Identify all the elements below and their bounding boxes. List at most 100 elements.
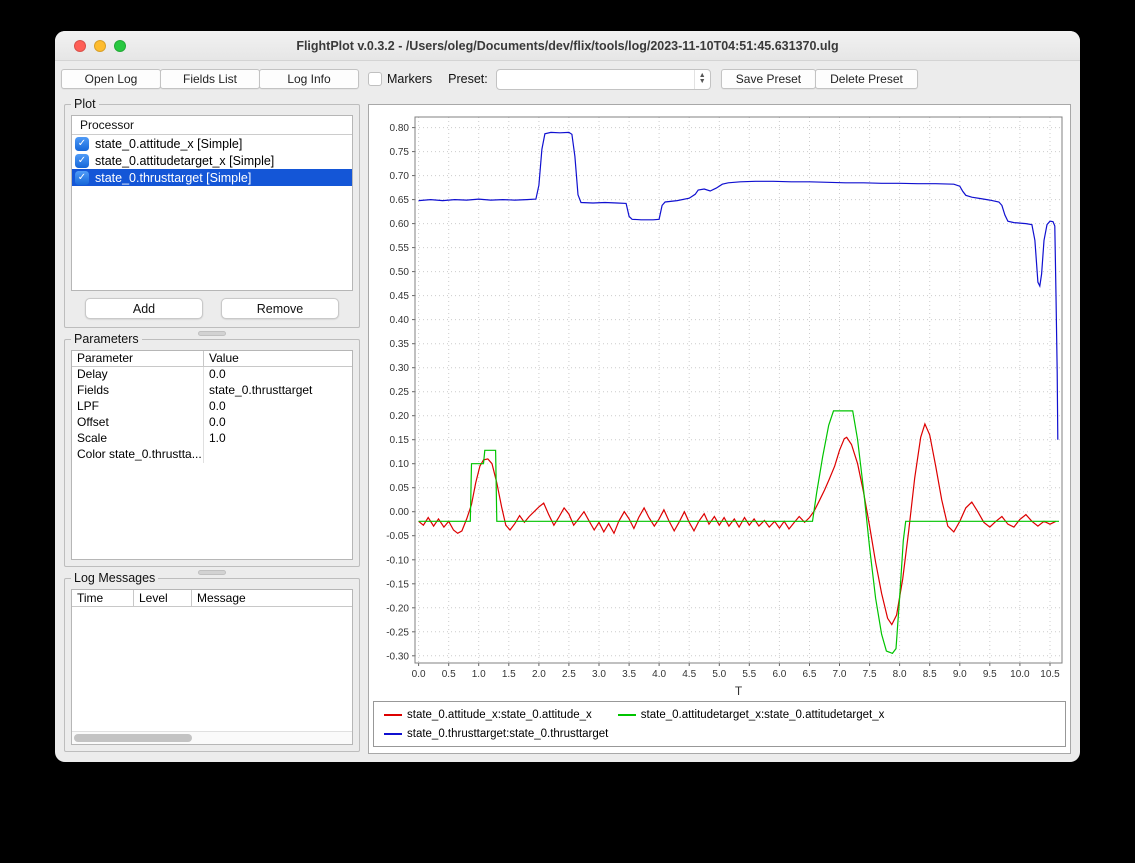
param-value[interactable]: 1.0 xyxy=(204,431,352,447)
splitter-handle[interactable] xyxy=(198,570,226,575)
svg-text:6.0: 6.0 xyxy=(772,669,786,680)
log-messages-table[interactable]: Time Level Message xyxy=(71,589,353,745)
svg-text:0.25: 0.25 xyxy=(390,387,410,398)
horizontal-scrollbar[interactable] xyxy=(72,731,352,744)
checkbox-checked-icon[interactable] xyxy=(75,137,89,151)
save-preset-button[interactable]: Save Preset xyxy=(721,69,816,89)
remove-button[interactable]: Remove xyxy=(221,298,339,319)
svg-text:0.35: 0.35 xyxy=(390,339,410,350)
log-messages-header[interactable]: Time Level Message xyxy=(72,590,352,607)
processor-list[interactable]: Processor state_0.attitude_x [Simple] st… xyxy=(71,115,353,291)
list-item-selected[interactable]: state_0.thrusttarget [Simple] xyxy=(72,169,352,186)
svg-text:0.40: 0.40 xyxy=(390,315,410,326)
svg-text:5.5: 5.5 xyxy=(742,669,756,680)
svg-text:-0.15: -0.15 xyxy=(386,579,409,590)
param-name: LPF xyxy=(72,399,204,415)
log-messages-title: Log Messages xyxy=(71,571,158,585)
left-sidebar: Plot Processor state_0.attitude_x [Simpl… xyxy=(64,97,360,754)
svg-text:10.0: 10.0 xyxy=(1010,669,1030,680)
delete-preset-button[interactable]: Delete Preset xyxy=(815,69,918,89)
toolbar: Open Log Fields List Log Info Markers Pr… xyxy=(55,61,1080,97)
svg-text:0.60: 0.60 xyxy=(390,219,410,230)
markers-checkbox[interactable] xyxy=(368,72,382,86)
table-row[interactable]: Offset 0.0 xyxy=(72,415,352,431)
scrollbar-thumb[interactable] xyxy=(74,734,192,742)
zoom-button-icon[interactable] xyxy=(114,40,126,52)
chart-canvas[interactable]: 0.00.51.01.52.02.53.03.54.04.55.05.56.06… xyxy=(369,105,1071,701)
svg-text:0.45: 0.45 xyxy=(390,291,410,302)
processor-column-header[interactable]: Processor xyxy=(72,116,352,135)
svg-text:0.00: 0.00 xyxy=(390,507,410,518)
svg-text:5.0: 5.0 xyxy=(712,669,726,680)
main-area: Plot Processor state_0.attitude_x [Simpl… xyxy=(55,97,1080,762)
window-controls xyxy=(74,40,126,52)
param-value[interactable] xyxy=(204,447,352,463)
svg-text:3.5: 3.5 xyxy=(622,669,636,680)
svg-text:10.5: 10.5 xyxy=(1040,669,1060,680)
svg-text:0.10: 0.10 xyxy=(390,459,410,470)
table-row[interactable]: Color state_0.thrustta... xyxy=(72,447,352,463)
param-name: Color state_0.thrustta... xyxy=(72,447,204,463)
parameters-table[interactable]: Parameter Value Delay 0.0 Fields state_0… xyxy=(71,350,353,560)
open-log-button[interactable]: Open Log xyxy=(61,69,161,89)
list-item[interactable]: state_0.attitude_x [Simple] xyxy=(72,135,352,152)
table-row[interactable]: Scale 1.0 xyxy=(72,431,352,447)
minimize-button-icon[interactable] xyxy=(94,40,106,52)
legend-line-icon xyxy=(384,733,402,735)
svg-text:0.80: 0.80 xyxy=(390,123,410,134)
log-info-button[interactable]: Log Info xyxy=(259,69,359,89)
column-header-level[interactable]: Level xyxy=(134,590,192,606)
svg-text:-0.10: -0.10 xyxy=(386,555,409,566)
parameters-panel: Parameters Parameter Value Delay 0.0 Fie… xyxy=(64,339,360,567)
add-button[interactable]: Add xyxy=(85,298,203,319)
svg-text:0.30: 0.30 xyxy=(390,363,410,374)
svg-text:6.5: 6.5 xyxy=(803,669,817,680)
svg-text:1.5: 1.5 xyxy=(502,669,516,680)
close-button-icon[interactable] xyxy=(74,40,86,52)
title-bar[interactable]: FlightPlot v.0.3.2 - /Users/oleg/Documen… xyxy=(55,31,1080,61)
legend-line-icon xyxy=(618,714,636,716)
dropdown-stepper-icon: ▲▼ xyxy=(694,70,710,89)
column-header-message[interactable]: Message xyxy=(192,590,352,606)
column-header-value[interactable]: Value xyxy=(204,351,352,366)
param-name: Offset xyxy=(72,415,204,431)
fields-list-button[interactable]: Fields List xyxy=(160,69,260,89)
svg-text:7.0: 7.0 xyxy=(833,669,847,680)
svg-text:0.20: 0.20 xyxy=(390,411,410,422)
legend-label: state_0.attitude_x:state_0.attitude_x xyxy=(407,709,592,721)
table-row[interactable]: Delay 0.0 xyxy=(72,367,352,383)
param-value[interactable]: 0.0 xyxy=(204,399,352,415)
log-messages-panel: Log Messages Time Level Message xyxy=(64,578,360,752)
svg-text:0.15: 0.15 xyxy=(390,435,410,446)
svg-text:-0.25: -0.25 xyxy=(386,627,409,638)
window-title: FlightPlot v.0.3.2 - /Users/oleg/Documen… xyxy=(55,39,1080,53)
svg-text:9.5: 9.5 xyxy=(983,669,997,680)
parameters-panel-title: Parameters xyxy=(71,332,142,346)
app-window: FlightPlot v.0.3.2 - /Users/oleg/Documen… xyxy=(55,31,1080,762)
svg-text:0.55: 0.55 xyxy=(390,243,410,254)
legend-item: state_0.attitudetarget_x:state_0.attitud… xyxy=(618,705,885,724)
markers-label: Markers xyxy=(387,72,432,86)
param-name: Delay xyxy=(72,367,204,383)
svg-text:3.0: 3.0 xyxy=(592,669,606,680)
checkbox-checked-icon[interactable] xyxy=(75,171,89,185)
table-row[interactable]: LPF 0.0 xyxy=(72,399,352,415)
chart-legend: state_0.attitude_x:state_0.attitude_x st… xyxy=(373,701,1066,747)
svg-text:-0.20: -0.20 xyxy=(386,603,409,614)
param-value[interactable]: state_0.thrusttarget xyxy=(204,383,352,399)
param-value[interactable]: 0.0 xyxy=(204,415,352,431)
column-header-parameter[interactable]: Parameter xyxy=(72,351,204,366)
checkbox-checked-icon[interactable] xyxy=(75,154,89,168)
splitter-handle[interactable] xyxy=(198,331,226,336)
list-item[interactable]: state_0.attitudetarget_x [Simple] xyxy=(72,152,352,169)
log-messages-body[interactable] xyxy=(72,607,352,731)
plot-buttons: Add Remove xyxy=(71,291,353,321)
chart-panel: 0.00.51.01.52.02.53.03.54.04.55.05.56.06… xyxy=(368,104,1071,754)
table-row[interactable]: Fields state_0.thrusttarget xyxy=(72,383,352,399)
param-value[interactable]: 0.0 xyxy=(204,367,352,383)
legend-item: state_0.thrusttarget:state_0.thrusttarge… xyxy=(384,724,608,743)
parameters-header[interactable]: Parameter Value xyxy=(72,351,352,367)
preset-dropdown[interactable]: ▲▼ xyxy=(496,69,711,90)
svg-text:T: T xyxy=(735,684,743,698)
column-header-time[interactable]: Time xyxy=(72,590,134,606)
